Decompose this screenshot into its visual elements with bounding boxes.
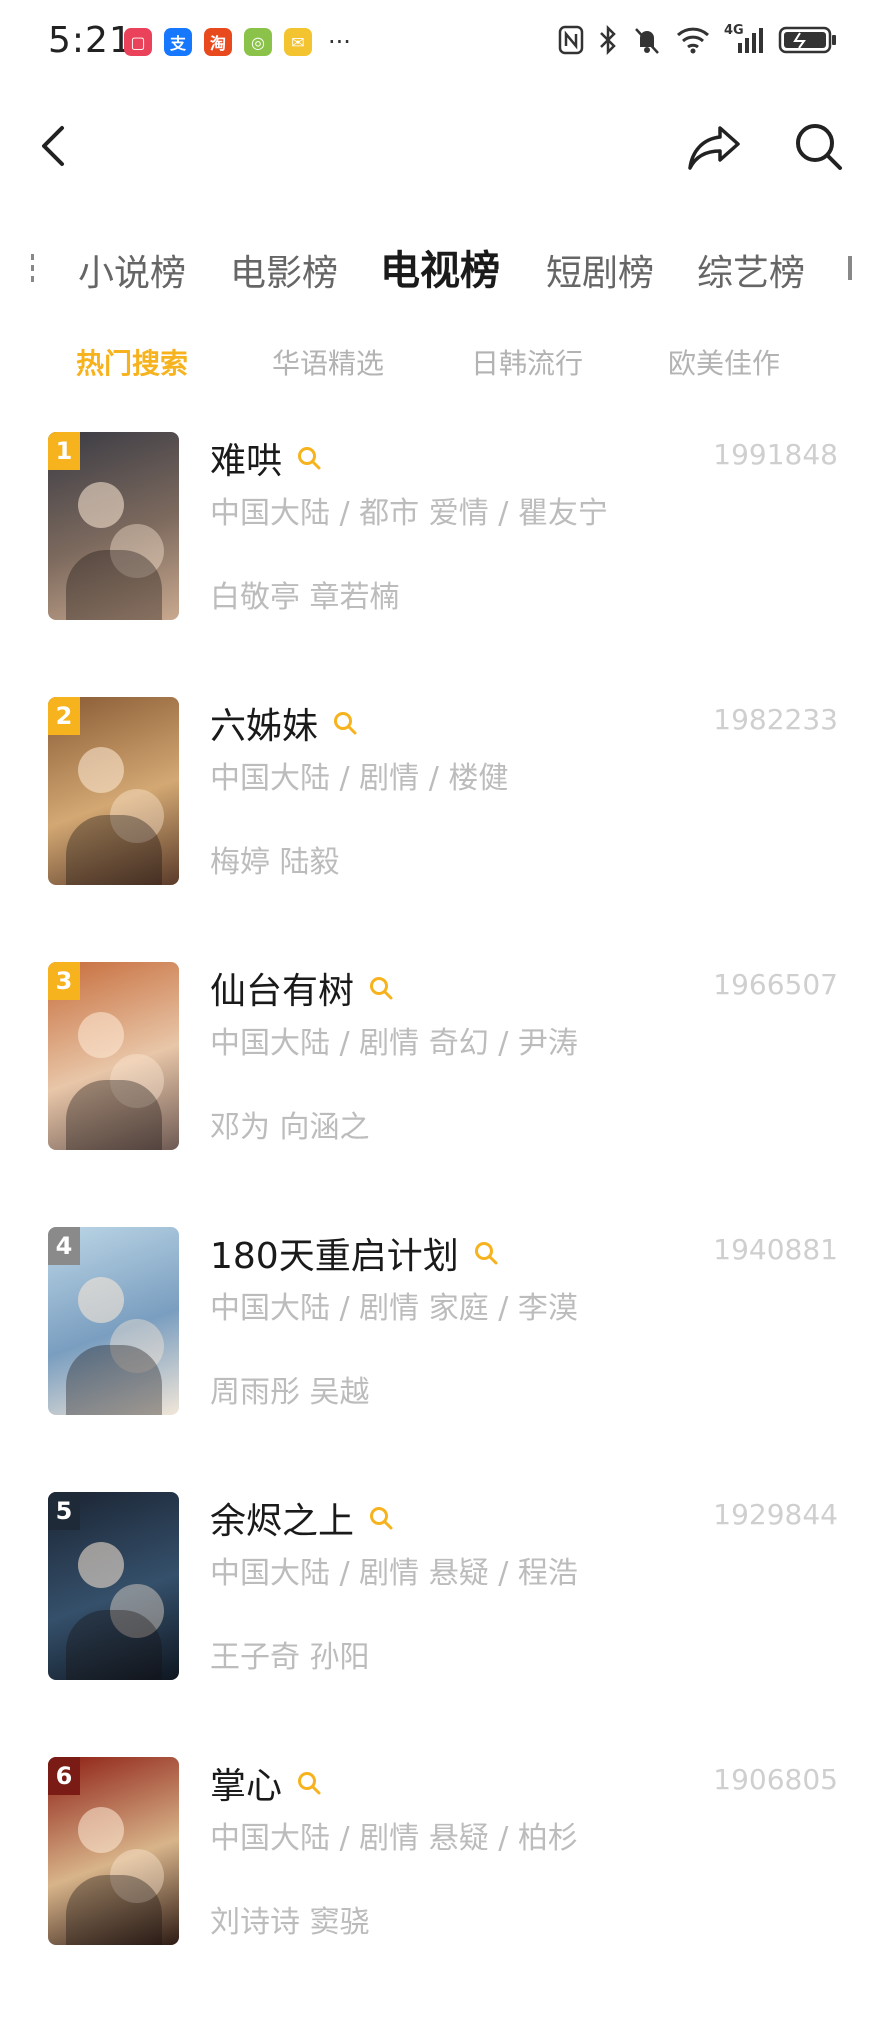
- item-cast: 梅婷 陆毅: [210, 845, 340, 880]
- mute-icon: [635, 28, 659, 54]
- rank-badge: 2: [48, 697, 80, 735]
- status-bar: 5:21 ▢ 支淘 ◎ ✉ ··· 4G: [0, 0, 886, 84]
- poster-image: 2: [48, 697, 179, 885]
- rank-item[interactable]: 4 180天重启计划 1940881 中国大陆 / 剧情 家庭 / 李漠 周雨彤 吴越: [0, 1227, 886, 1492]
- subtab-chinese-picks[interactable]: 华语精选: [272, 342, 384, 382]
- search-hint-icon[interactable]: [296, 1770, 322, 1796]
- rank-badge: 4: [48, 1227, 80, 1265]
- item-score: 1982233: [713, 703, 838, 736]
- item-title: 难哄: [210, 441, 283, 482]
- search-hint-icon[interactable]: [473, 1240, 499, 1266]
- search-hint-icon[interactable]: [368, 975, 394, 1001]
- item-title: 180天重启计划: [210, 1236, 459, 1277]
- tab-novel-chart[interactable]: 小说榜: [78, 244, 186, 296]
- green-app-icon: ◎: [244, 28, 272, 56]
- tab-variety-chart[interactable]: 综艺榜: [697, 244, 805, 296]
- clipped-tab-edge-icon: [848, 256, 852, 280]
- category-tabs: 小说榜 电影榜 电视榜 短剧榜 综艺榜: [0, 230, 886, 310]
- item-title: 六姊妹: [210, 706, 319, 747]
- item-meta: 中国大陆 / 剧情 家庭 / 李漠: [210, 1291, 578, 1326]
- alipay-app-icon: 支: [164, 28, 192, 56]
- taobao-app-icon: 淘: [204, 28, 232, 56]
- wifi-icon: [676, 27, 710, 54]
- item-score: 1929844: [713, 1498, 838, 1531]
- item-cast: 刘诗诗 窦骁: [210, 1905, 370, 1940]
- item-score: 1906805: [713, 1763, 838, 1796]
- status-indicators: 4G: [558, 23, 838, 56]
- poster-image: 1: [48, 432, 179, 620]
- back-arrow-icon: [42, 126, 64, 166]
- status-app-icons: ▢ 支淘 ◎ ✉ ···: [124, 28, 351, 56]
- subtab-japan-korea[interactable]: 日韩流行: [471, 342, 583, 382]
- rank-item[interactable]: 6 掌心 1906805 中国大陆 / 剧情 悬疑 / 柏杉 刘诗诗 窦骁: [0, 1757, 886, 2022]
- item-meta: 中国大陆 / 剧情 奇幻 / 尹涛: [210, 1026, 578, 1061]
- item-score: 1940881: [713, 1233, 838, 1266]
- clipped-tab-edge-icon: [31, 254, 34, 282]
- rank-badge: 3: [48, 962, 80, 1000]
- more-notifications-icon: ···: [328, 28, 351, 56]
- sub-tabs: 热门搜索 华语精选 日韩流行 欧美佳作: [0, 332, 886, 392]
- item-meta: 中国大陆 / 剧情 / 楼健: [210, 761, 509, 796]
- item-score: 1991848: [713, 438, 838, 471]
- share-button[interactable]: [686, 122, 742, 174]
- subtab-hot-search[interactable]: 热门搜索: [76, 342, 188, 382]
- item-meta: 中国大陆 / 都市 爱情 / 瞿友宁: [210, 496, 608, 531]
- item-title-row: 掌心: [210, 1757, 322, 1809]
- item-title: 余烬之上: [210, 1501, 355, 1542]
- item-title-row: 仙台有树: [210, 962, 394, 1014]
- item-cast: 邓为 向涵之: [210, 1110, 370, 1145]
- item-cast: 周雨彤 吴越: [210, 1375, 370, 1410]
- search-button[interactable]: [792, 120, 844, 172]
- poster-image: 6: [48, 1757, 179, 1945]
- rank-badge: 6: [48, 1757, 80, 1795]
- status-time: 5:21: [48, 20, 133, 61]
- tab-movie-chart[interactable]: 电影榜: [230, 244, 338, 296]
- mail-app-icon: ✉: [284, 28, 312, 56]
- item-title: 掌心: [210, 1766, 283, 1807]
- item-meta: 中国大陆 / 剧情 悬疑 / 程浩: [210, 1556, 578, 1591]
- search-hint-icon[interactable]: [332, 710, 358, 736]
- back-button[interactable]: [30, 122, 78, 170]
- item-meta: 中国大陆 / 剧情 悬疑 / 柏杉: [210, 1821, 578, 1856]
- notification-app-icon: ▢: [124, 28, 152, 56]
- battery-icon: [778, 26, 836, 54]
- subtab-western[interactable]: 欧美佳作: [668, 342, 780, 382]
- rank-item[interactable]: 2 六姊妹 1982233 中国大陆 / 剧情 / 楼健 梅婷 陆毅: [0, 697, 886, 962]
- share-icon: [688, 126, 740, 170]
- rank-item[interactable]: 5 余烬之上 1929844 中国大陆 / 剧情 悬疑 / 程浩 王子奇 孙阳: [0, 1492, 886, 1757]
- poster-image: 4: [48, 1227, 179, 1415]
- tab-short-drama-chart[interactable]: 短剧榜: [546, 244, 654, 296]
- search-icon: [796, 124, 842, 170]
- item-title-row: 六姊妹: [210, 697, 358, 749]
- poster-image: 3: [48, 962, 179, 1150]
- rank-badge: 1: [48, 432, 80, 470]
- rank-item[interactable]: 3 仙台有树 1966507 中国大陆 / 剧情 奇幻 / 尹涛 邓为 向涵之: [0, 962, 886, 1227]
- item-title: 仙台有树: [210, 971, 355, 1012]
- nfc-icon: [558, 25, 584, 55]
- rank-badge: 5: [48, 1492, 80, 1530]
- item-title-row: 180天重启计划: [210, 1227, 499, 1279]
- item-title-row: 难哄: [210, 432, 322, 484]
- bluetooth-icon: [600, 24, 616, 56]
- rank-item[interactable]: 1 难哄 1991848 中国大陆 / 都市 爱情 / 瞿友宁 白敬亭 章若楠: [0, 432, 886, 697]
- signal-4g-icon: 4G: [724, 23, 764, 55]
- search-hint-icon[interactable]: [296, 445, 322, 471]
- search-hint-icon[interactable]: [368, 1505, 394, 1531]
- item-cast: 白敬亭 章若楠: [210, 580, 400, 615]
- poster-image: 5: [48, 1492, 179, 1680]
- item-cast: 王子奇 孙阳: [210, 1640, 370, 1675]
- item-title-row: 余烬之上: [210, 1492, 394, 1544]
- item-score: 1966507: [713, 968, 838, 1001]
- tab-tv-chart[interactable]: 电视榜: [380, 238, 500, 296]
- top-nav-bar: [0, 100, 886, 192]
